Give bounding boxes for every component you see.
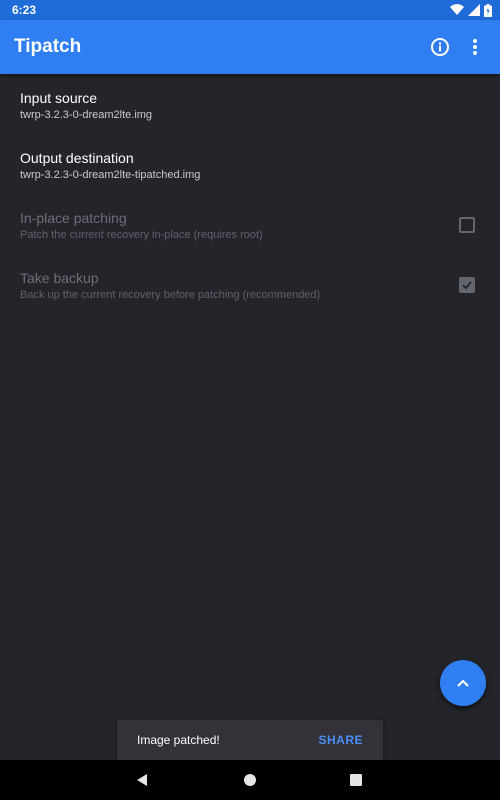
battery-icon [484, 3, 492, 17]
overflow-menu-icon [473, 39, 477, 55]
status-time: 6:23 [12, 3, 37, 17]
setting-summary: twrp-3.2.3-0-dream2lte.img [20, 109, 153, 121]
status-icons [450, 3, 492, 17]
status-bar: 6:23 [0, 0, 500, 20]
signal-icon [468, 4, 480, 16]
setting-summary: Patch the current recovery in-place (req… [20, 229, 263, 241]
snackbar: Image patched! SHARE [117, 720, 383, 760]
setting-title: Take backup [20, 270, 99, 286]
back-icon [137, 774, 147, 786]
info-button[interactable] [428, 35, 452, 59]
wifi-icon [450, 4, 464, 16]
info-icon [431, 38, 449, 56]
setting-summary: Back up the current recovery before patc… [20, 289, 321, 301]
setting-title: Output destination [20, 150, 134, 166]
setting-input-source[interactable]: Input source twrp-3.2.3-0-dream2lte.img [0, 74, 500, 134]
setting-take-backup[interactable]: Take backup Back up the current recovery… [0, 254, 500, 314]
home-icon [244, 774, 256, 786]
in-place-patching-checkbox[interactable] [459, 217, 475, 233]
setting-title: In-place patching [20, 210, 127, 226]
home-button[interactable] [240, 770, 260, 790]
setting-summary: twrp-3.2.3-0-dream2lte-tipatched.img [20, 169, 201, 181]
setting-in-place-patching[interactable]: In-place patching Patch the current reco… [0, 194, 500, 254]
back-button[interactable] [132, 770, 152, 790]
checkmark-icon [462, 281, 472, 290]
setting-title: Input source [20, 90, 98, 106]
take-backup-checkbox[interactable] [459, 277, 475, 293]
recents-icon [350, 774, 362, 786]
app-bar: Tipatch [0, 20, 500, 74]
chevron-up-icon [457, 679, 469, 687]
share-button[interactable]: SHARE [318, 733, 363, 747]
recents-button[interactable] [346, 770, 366, 790]
overflow-menu-button[interactable] [463, 35, 487, 59]
app-title: Tipatch [14, 36, 82, 57]
setting-output-destination[interactable]: Output destination twrp-3.2.3-0-dream2lt… [0, 134, 500, 194]
navigation-bar [0, 760, 500, 800]
expand-fab[interactable] [440, 660, 486, 706]
snackbar-message: Image patched! [137, 733, 220, 747]
